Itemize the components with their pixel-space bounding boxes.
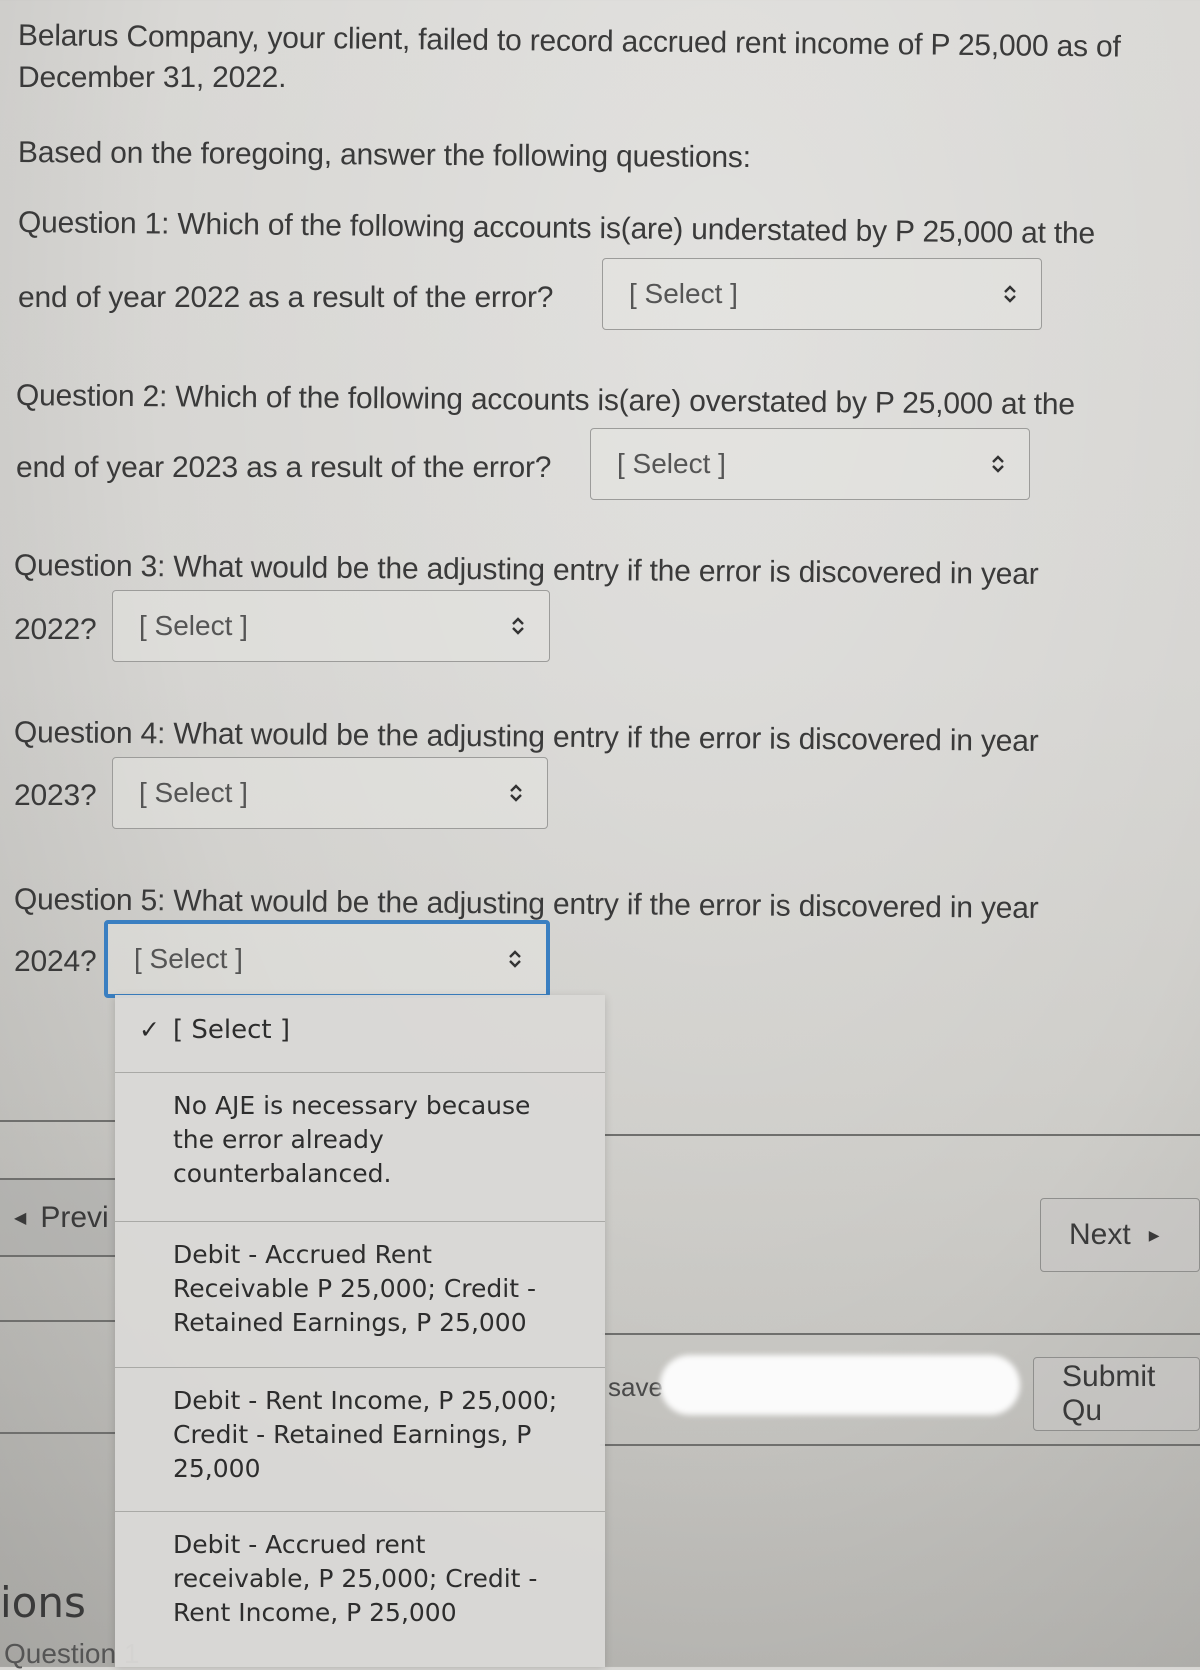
question-2-text: Question 2: Which of the following accou… <box>15 379 1075 422</box>
divider <box>0 1320 115 1322</box>
question-5-select[interactable]: [ Select ] <box>104 920 550 998</box>
intro-line-2: December 31, 2022. <box>18 61 287 94</box>
question-3-text: Question 3: What would be the adjusting … <box>13 549 1039 591</box>
option-line: Debit - Accrued Rent <box>173 1240 432 1269</box>
select-value: [ Select ] <box>134 943 243 974</box>
next-button[interactable]: Next ▶ <box>1040 1198 1200 1272</box>
chevron-up-down-icon <box>510 784 522 802</box>
divider <box>0 1432 115 1434</box>
divider <box>602 1333 1200 1335</box>
question-4-text-cont: 2023? <box>14 779 97 812</box>
option-line: the error already <box>173 1125 384 1154</box>
question-2-text-cont: end of year 2023 as a result of the erro… <box>16 451 552 484</box>
divider <box>0 1255 115 1257</box>
question-3-select[interactable]: [ Select ] <box>112 590 550 662</box>
divider <box>0 1120 115 1122</box>
dropdown-option-no-aje[interactable]: No AJE is necessary because the error al… <box>115 1072 605 1219</box>
chevron-up-down-icon <box>512 617 524 635</box>
question-4-select[interactable]: [ Select ] <box>112 757 548 829</box>
previous-label: Previ <box>40 1200 109 1234</box>
option-line: Retained Earnings, P 25,000 <box>173 1308 527 1337</box>
question-3-text-cont: 2022? <box>14 613 97 646</box>
chevron-up-down-icon <box>992 455 1004 473</box>
chevron-up-down-icon <box>509 950 521 968</box>
dropdown-option-debit-accrued-rent-credit-re[interactable]: Debit - Accrued Rent Receivable P 25,000… <box>115 1221 605 1363</box>
question-4-text: Question 4: What would be the adjusting … <box>13 716 1039 758</box>
previous-button[interactable]: ◀ Previ <box>0 1180 115 1255</box>
select-value: [ Select ] <box>139 777 248 808</box>
submit-quiz-button[interactable]: Submit Qu <box>1033 1357 1200 1431</box>
triangle-right-icon: ▶ <box>1148 1226 1160 1243</box>
dropdown-option-debit-accrued-rent-credit-rent-income[interactable]: Debit - Accrued rent receivable, P 25,00… <box>115 1511 605 1667</box>
redacted-region <box>660 1355 1020 1415</box>
triangle-left-icon: ◀ <box>14 1209 27 1227</box>
option-line: Rent Income, P 25,000 <box>173 1598 457 1627</box>
divider <box>605 1134 1200 1136</box>
option-line: Credit - Retained Earnings, P <box>173 1420 532 1449</box>
option-line: No AJE is necessary because <box>173 1091 531 1120</box>
question-2-select[interactable]: [ Select ] <box>590 428 1030 500</box>
divider <box>600 1444 1200 1446</box>
option-line: Debit - Accrued rent <box>173 1530 426 1559</box>
question-1-text: Question 1: Which of the following accou… <box>17 206 1096 251</box>
question-5-text-cont: 2024? <box>14 945 97 978</box>
dropdown-option-select[interactable]: ✓ [ Select ] <box>115 1013 605 1065</box>
select-value: [ Select ] <box>629 278 738 309</box>
option-line: counterbalanced. <box>173 1159 392 1188</box>
next-label: Next <box>1069 1218 1131 1251</box>
question-1-select[interactable]: [ Select ] <box>602 258 1042 330</box>
chevron-up-down-icon <box>1004 285 1016 303</box>
checkmark-icon: ✓ <box>139 1015 160 1044</box>
question-5-dropdown-menu: ✓ [ Select ] No AJE is necessary because… <box>115 995 605 1667</box>
question-1-text-cont: end of year 2022 as a result of the erro… <box>18 281 554 314</box>
sidebar-heading: ions <box>0 1578 86 1627</box>
option-line: Debit - Rent Income, P 25,000; <box>173 1386 558 1415</box>
option-line: 25,000 <box>173 1454 261 1483</box>
option-line: Receivable P 25,000; Credit - <box>173 1274 536 1303</box>
select-value: [ Select ] <box>139 610 248 641</box>
option-label: [ Select ] <box>173 1015 291 1045</box>
saved-status-text: save <box>608 1372 663 1402</box>
intro-line-1: Belarus Company, your client, failed to … <box>17 19 1121 64</box>
option-line: receivable, P 25,000; Credit - <box>173 1564 538 1593</box>
select-value: [ Select ] <box>617 448 726 479</box>
instruction-text: Based on the foregoing, answer the follo… <box>17 136 751 175</box>
dropdown-option-debit-rent-income-credit-re[interactable]: Debit - Rent Income, P 25,000; Credit - … <box>115 1367 605 1507</box>
